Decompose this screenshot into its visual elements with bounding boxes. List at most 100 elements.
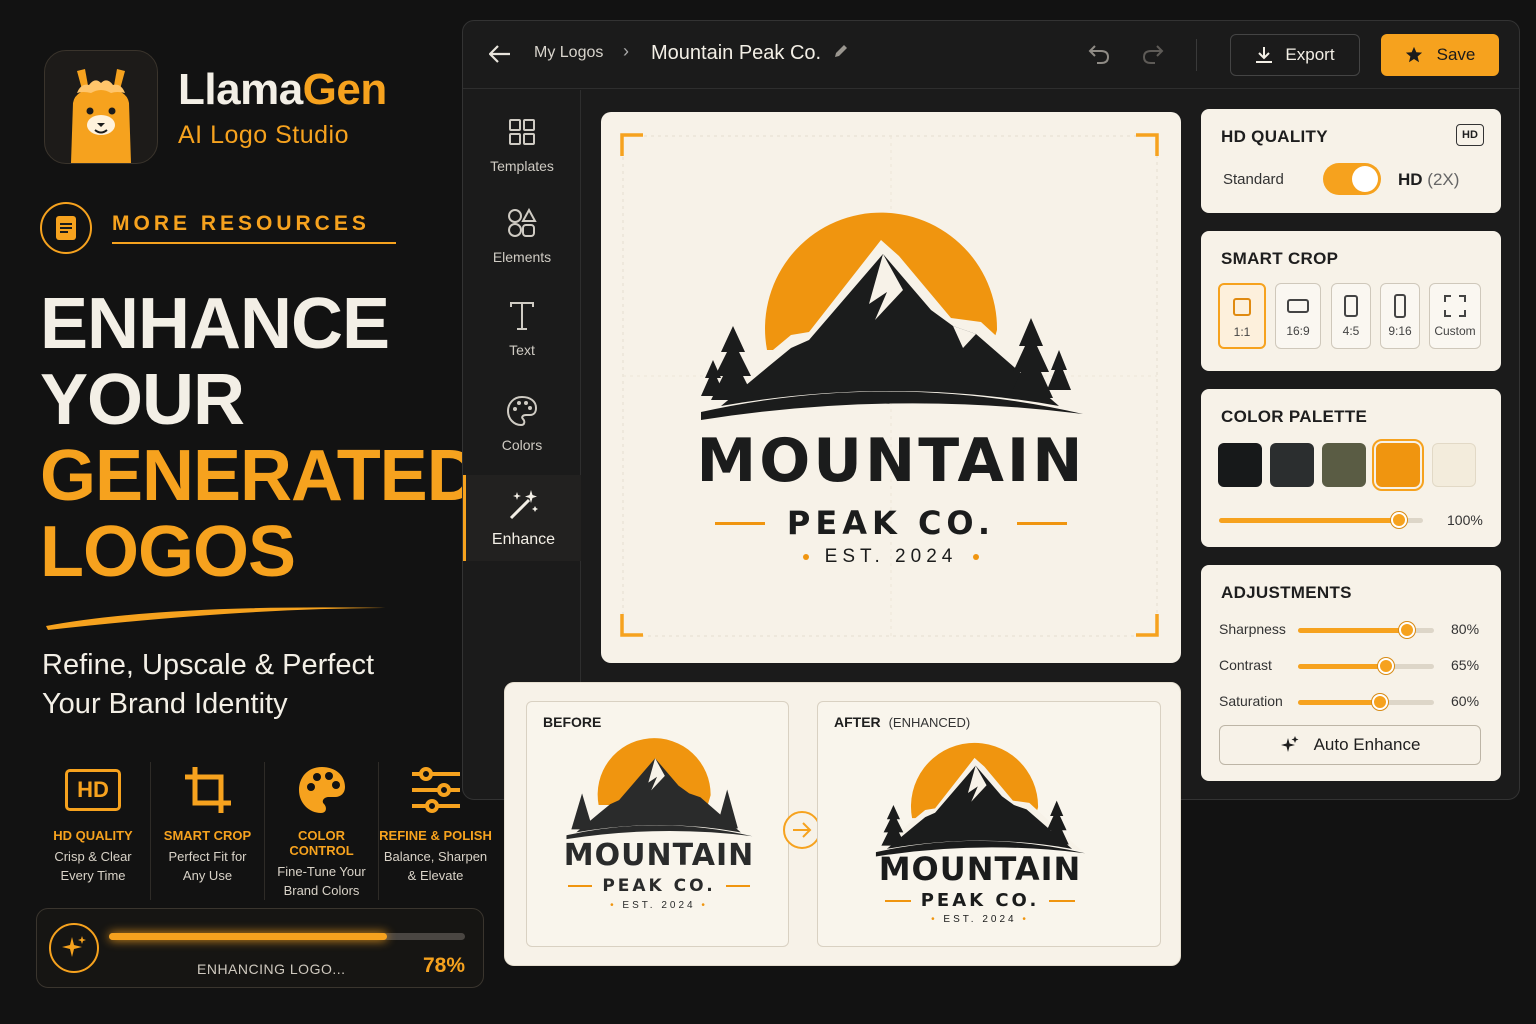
crop-option-label: Custom: [1434, 324, 1476, 338]
mountain-emblem-icon: [875, 742, 1086, 857]
palette-icon: [265, 762, 378, 818]
panel-title: HD QUALITY: [1221, 127, 1328, 146]
slider-fill: [1298, 628, 1407, 633]
adjustment-slider[interactable]: [1298, 664, 1434, 669]
crop-option-1-1[interactable]: 1:1: [1218, 283, 1266, 349]
tool-colors[interactable]: Colors: [463, 391, 581, 475]
slider-fill: [1298, 664, 1387, 669]
palette-icon: [463, 391, 581, 431]
adjustment-value: 65%: [1451, 657, 1480, 673]
after-label: AFTER (ENHANCED): [834, 714, 971, 730]
hd-icon: HD: [36, 762, 150, 818]
color-palette-panel: COLOR PALETTE 100%: [1201, 389, 1501, 547]
crop-option-9-16[interactable]: 9:16: [1380, 283, 1420, 349]
color-swatch[interactable]: [1218, 443, 1262, 487]
slider-handle[interactable]: [1378, 658, 1395, 674]
feature-title: SMART CROP: [163, 828, 252, 843]
shapes-icon: [463, 203, 581, 243]
logo-est: EST. 2024: [691, 546, 1091, 568]
tagline: Refine, Upscale & Perfect Your Brand Ide…: [42, 646, 374, 724]
hd-badge-icon: HD: [1456, 124, 1484, 146]
save-button[interactable]: Save: [1381, 34, 1499, 76]
toggle-knob: [1352, 166, 1378, 192]
hd-toggle[interactable]: [1323, 163, 1381, 195]
tool-label: Enhance: [491, 531, 556, 548]
star-icon: [1405, 46, 1422, 63]
brand-subtitle: AI Logo Studio: [178, 120, 350, 149]
logo-subtitle: PEAK CO.: [786, 504, 996, 542]
document-icon: [40, 202, 92, 254]
crop-option-16-9[interactable]: 16:9: [1275, 283, 1321, 349]
sparkle-icon: [1280, 736, 1299, 752]
toolbar-divider: [1196, 39, 1197, 71]
export-button[interactable]: Export: [1230, 34, 1360, 76]
slider-handle[interactable]: [1371, 694, 1388, 710]
panel-title: COLOR PALETTE: [1221, 407, 1368, 426]
tool-text[interactable]: Text: [463, 296, 581, 380]
expand-icon: [1430, 288, 1480, 324]
headline: ENHANCE YOUR GENERATED LOGOS: [40, 284, 479, 590]
color-swatch[interactable]: [1270, 443, 1314, 487]
opacity-value: 100%: [1447, 512, 1483, 528]
auto-enhance-button[interactable]: Auto Enhance: [1219, 725, 1481, 765]
mountain-logo-before: MOUNTAIN PEAK CO. • EST. 2024 •: [553, 732, 765, 938]
logo-canvas[interactable]: MOUNTAIN PEAK CO. EST. 2024: [601, 112, 1181, 663]
square-icon: [1220, 289, 1264, 325]
breadcrumb-my-logos[interactable]: My Logos: [534, 44, 603, 62]
feature-desc: Balance, Sharpen & Elevate: [383, 849, 488, 883]
color-swatch[interactable]: [1372, 439, 1424, 491]
logo-est: • EST. 2024 •: [931, 914, 1029, 925]
slider-handle[interactable]: [1398, 622, 1415, 638]
logo-wordmark: MOUNTAIN: [563, 838, 755, 873]
panel-title: ADJUSTMENTS: [1221, 583, 1352, 602]
adjustment-slider[interactable]: [1298, 700, 1434, 705]
feature-smart-crop: SMART CROP Perfect Fit for Any Use: [150, 762, 264, 900]
pencil-icon[interactable]: [833, 43, 849, 64]
adjustment-label: Saturation: [1219, 693, 1283, 709]
hd-quality-panel: HD QUALITY HD Standard HD (2X): [1201, 109, 1501, 213]
crop-option-label: 16:9: [1286, 324, 1310, 338]
feature-title: COLOR CONTROL: [289, 828, 354, 858]
standard-label: Standard: [1223, 171, 1284, 188]
crop-option-label: 1:1: [1233, 325, 1251, 339]
save-label: Save: [1436, 45, 1476, 64]
tool-templates[interactable]: Templates: [463, 112, 581, 196]
progress-percent: 78%: [422, 954, 465, 977]
llama-logo-icon: [44, 50, 158, 164]
slider-handle[interactable]: [1390, 512, 1407, 528]
redo-icon[interactable]: [1141, 42, 1165, 71]
auto-enhance-label: Auto Enhance: [1313, 735, 1421, 754]
slider-fill: [1298, 700, 1380, 705]
grid-icon: [463, 112, 581, 152]
crop-option-4-5[interactable]: 4:5: [1331, 283, 1371, 349]
adjustment-label: Sharpness: [1219, 621, 1286, 637]
more-resources-link[interactable]: MORE RESOURCES: [40, 202, 396, 254]
mountain-emblem-icon: [701, 212, 1083, 420]
smart-crop-panel: SMART CROP 1:1 16:9 4:5 9:16 Custom: [1201, 231, 1501, 371]
back-arrow-icon[interactable]: [487, 41, 513, 67]
tagline-line-2: Your Brand Identity: [42, 688, 288, 720]
crop-icon: [151, 762, 264, 818]
mountain-logo-after: MOUNTAIN PEAK CO. • EST. 2024 •: [870, 736, 1090, 936]
headline-line-1: ENHANCE: [40, 284, 390, 364]
brand-block: LlamaGen AI Logo Studio: [44, 50, 387, 164]
document-title[interactable]: Mountain Peak Co.: [651, 42, 821, 65]
sparkle-icon: [49, 923, 99, 973]
logo-subline: PEAK CO.: [553, 876, 765, 896]
mountain-emblem-icon: [566, 738, 753, 840]
logo-subline: PEAK CO.: [870, 890, 1090, 911]
tool-elements[interactable]: Elements: [463, 203, 581, 287]
before-label: BEFORE: [543, 714, 602, 730]
tool-enhance[interactable]: Enhance: [463, 475, 581, 561]
crop-option-custom[interactable]: Custom: [1429, 283, 1481, 349]
progress-fill: [109, 933, 387, 940]
color-swatch[interactable]: [1432, 443, 1476, 487]
arrow-right-icon: [783, 811, 821, 849]
logo-wordmark: MOUNTAIN: [696, 426, 1086, 496]
color-swatch[interactable]: [1322, 443, 1366, 487]
tool-label: Elements: [492, 249, 552, 265]
mountain-logo-main: MOUNTAIN PEAK CO. EST. 2024: [691, 200, 1091, 570]
undo-icon[interactable]: [1087, 42, 1111, 71]
logo-est-text: EST. 2024: [824, 546, 958, 567]
logo-subtitle: PEAK CO.: [602, 876, 716, 896]
